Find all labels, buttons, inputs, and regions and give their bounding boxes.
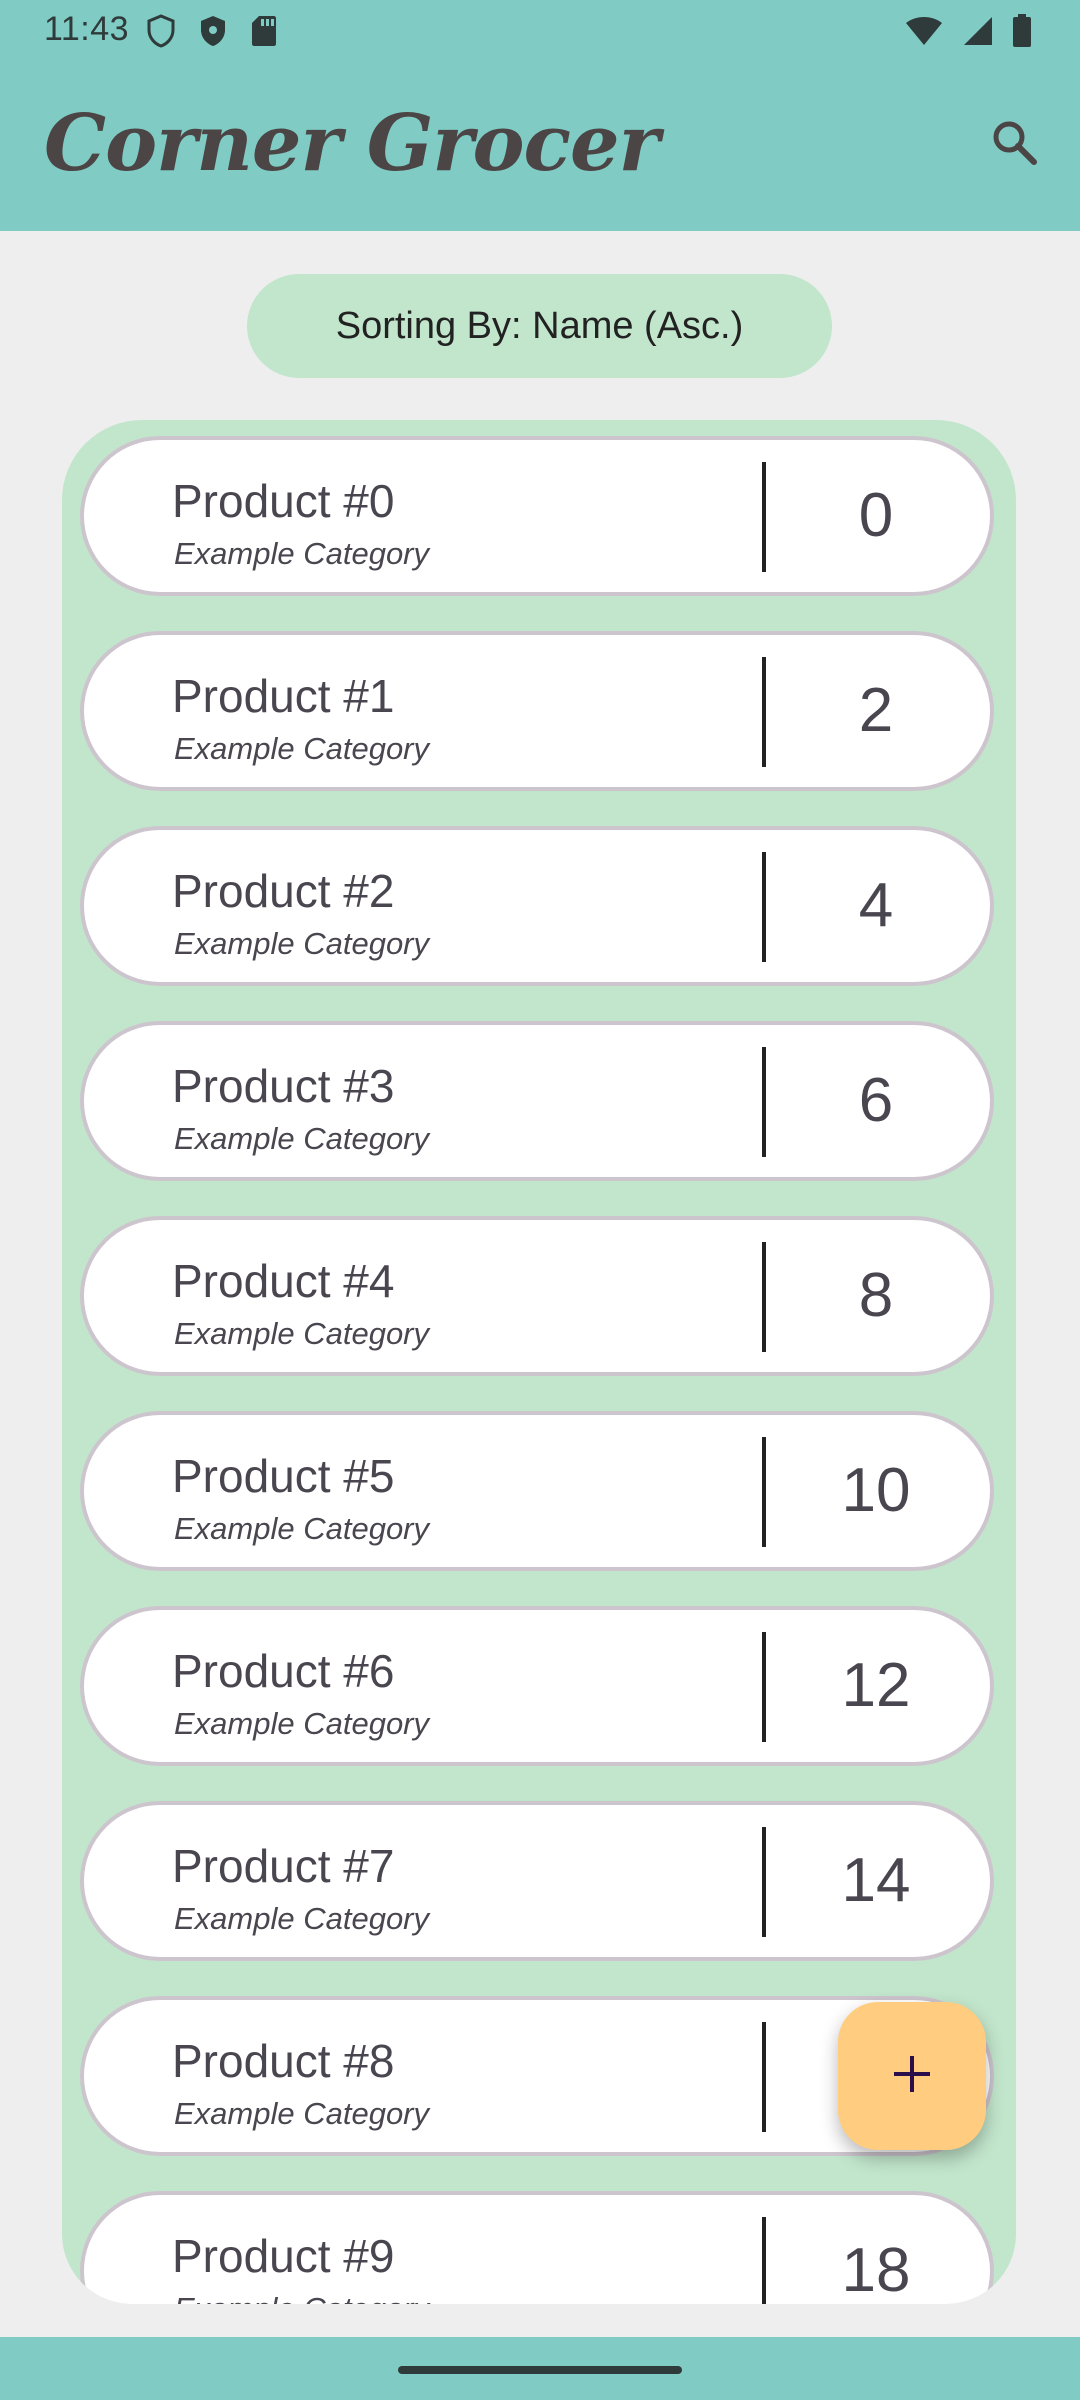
app-title: Corner Grocer (44, 98, 660, 189)
product-quantity: 18 (841, 2236, 911, 2304)
sd-card-icon (250, 14, 278, 53)
product-name: Product #8 (172, 2035, 395, 2087)
product-quantity: 6 (858, 1066, 894, 1135)
home-gesture-handle[interactable] (398, 2366, 682, 2374)
product-category: Example Category (174, 731, 430, 766)
app-bar: Corner Grocer (0, 64, 1080, 231)
item-divider (762, 1437, 766, 1547)
navigation-bar (0, 2337, 1080, 2400)
item-divider (762, 657, 766, 767)
plus-icon (890, 2052, 934, 2101)
product-name: Product #9 (172, 2230, 395, 2282)
shield-outline-icon (146, 14, 176, 53)
product-category: Example Category (174, 1511, 430, 1546)
sort-chip-label: Sorting By: Name (Asc.) (335, 304, 744, 347)
product-item[interactable]: Product #6 Example Category 12 (80, 1606, 994, 1766)
item-divider (762, 1632, 766, 1742)
product-quantity: 4 (858, 871, 894, 940)
product-name: Product #5 (172, 1450, 395, 1502)
product-item[interactable]: Product #7 Example Category 14 (80, 1801, 994, 1961)
product-item[interactable]: Product #2 Example Category 4 (80, 826, 994, 986)
product-name: Product #2 (172, 865, 395, 917)
product-category: Example Category (174, 1121, 430, 1156)
product-name: Product #0 (172, 475, 395, 527)
item-divider (762, 2217, 766, 2304)
product-item[interactable]: Product #3 Example Category 6 (80, 1021, 994, 1181)
shield-filled-icon (198, 14, 228, 53)
product-quantity: 8 (858, 1261, 894, 1330)
signal-icon (962, 15, 994, 52)
product-item[interactable]: Product #1 Example Category 2 (80, 631, 994, 791)
product-quantity: 0 (858, 481, 894, 550)
product-quantity: 14 (841, 1846, 911, 1915)
product-item[interactable]: Product #9 Example Category 18 (80, 2191, 994, 2304)
status-time: 11:43 (44, 10, 130, 48)
product-category: Example Category (174, 536, 430, 571)
product-item[interactable]: Product #5 Example Category 10 (80, 1411, 994, 1571)
status-bar: 11:43 (0, 0, 1080, 64)
product-category: Example Category (174, 1316, 430, 1351)
search-icon (989, 117, 1039, 172)
add-product-button[interactable] (838, 2002, 986, 2150)
product-name: Product #4 (172, 1255, 395, 1307)
product-category: Example Category (174, 1706, 430, 1741)
product-quantity: 12 (841, 1651, 911, 1720)
product-category: Example Category (174, 1901, 430, 1936)
product-name: Product #1 (172, 670, 395, 722)
product-item[interactable]: Product #0 Example Category 0 (80, 436, 994, 596)
item-divider (762, 852, 766, 962)
sort-chip[interactable]: Sorting By: Name (Asc.) (247, 274, 832, 378)
search-button[interactable] (982, 112, 1046, 176)
product-category: Example Category (174, 926, 430, 961)
item-divider (762, 1242, 766, 1352)
product-quantity: 2 (858, 676, 894, 745)
product-name: Product #6 (172, 1645, 395, 1697)
product-item[interactable]: Product #4 Example Category 8 (80, 1216, 994, 1376)
product-category: Example Category (174, 2291, 429, 2304)
product-name: Product #7 (172, 1840, 395, 1892)
battery-icon (1012, 14, 1032, 53)
item-divider (762, 1047, 766, 1157)
item-divider (762, 1827, 766, 1937)
wifi-icon (904, 15, 944, 52)
item-divider (762, 462, 766, 572)
product-name: Product #3 (172, 1060, 395, 1112)
product-category: Example Category (174, 2096, 430, 2131)
product-quantity: 10 (841, 1456, 911, 1525)
item-divider (762, 2022, 766, 2132)
